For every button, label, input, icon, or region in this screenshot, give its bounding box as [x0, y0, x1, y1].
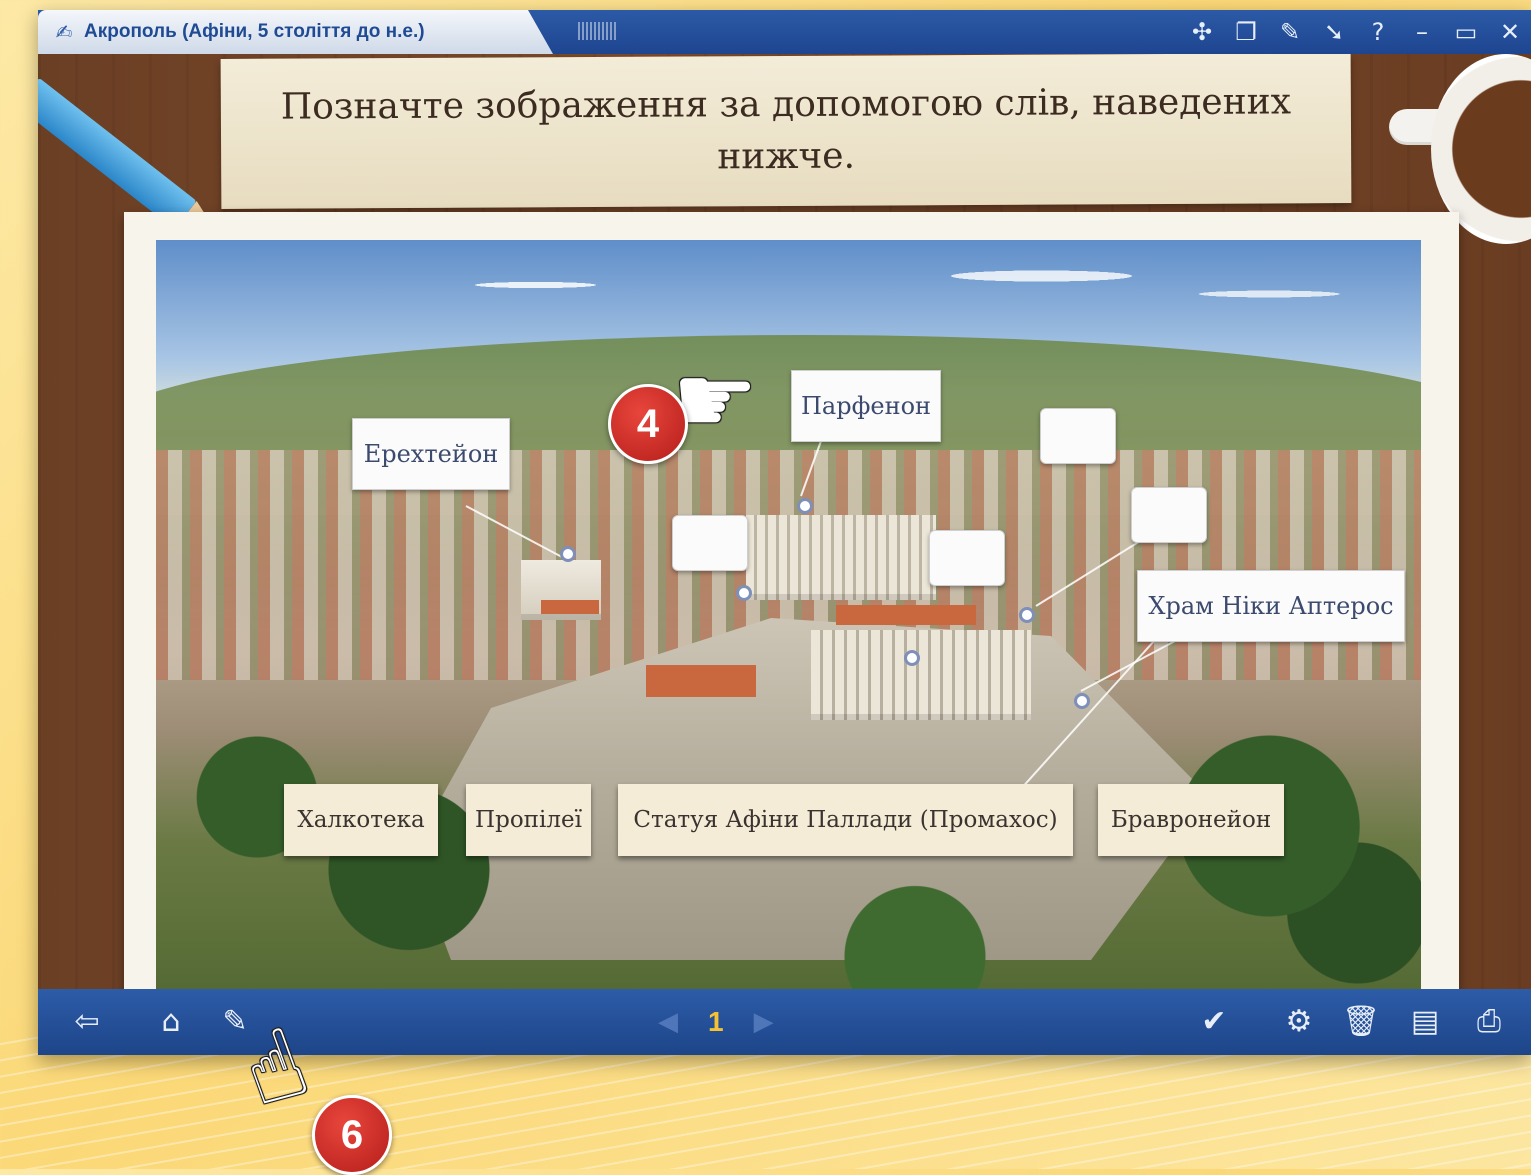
settings-icon[interactable]: ⚙ [1278, 1001, 1320, 1043]
blank-drop-target[interactable] [1131, 487, 1207, 543]
check-icon[interactable]: ✔ [1193, 1001, 1235, 1043]
pointer-icon[interactable]: ➘ [1319, 18, 1349, 46]
label-pin[interactable] [560, 546, 576, 562]
word-tile-chalkotheke[interactable]: Халкотека [284, 784, 438, 856]
blank-drop-target[interactable] [672, 515, 748, 571]
page-number: 1 [708, 1006, 724, 1037]
edit-document-icon: ✍ [55, 20, 73, 44]
roof [541, 600, 599, 614]
trash-icon[interactable]: 🗑 [1340, 1001, 1382, 1043]
label-pin[interactable] [736, 585, 752, 601]
app-window: ✍ Акрополь (Афіни, 5 століття до н.е.) ✣… [38, 10, 1531, 1055]
photo-card: Ерехтейон Парфенон Храм Ніки Аптерос [124, 212, 1459, 989]
acropolis-image: Ерехтейон Парфенон Храм Ніки Аптерос [156, 240, 1421, 989]
title-tab[interactable]: ✍ Акрополь (Афіни, 5 століття до н.е.) [38, 10, 553, 54]
label-nike-temple[interactable]: Храм Ніки Аптерос [1137, 570, 1405, 642]
label-pin[interactable] [797, 498, 813, 514]
wooden-desk: Позначте зображення за допомогою слів, н… [38, 54, 1531, 989]
blank-drop-target[interactable] [1040, 408, 1116, 464]
exit-icon[interactable]: ⇦ [66, 1001, 108, 1043]
instruction-paper: Позначте зображення за допомогою слів, н… [220, 54, 1352, 209]
parthenon-building [746, 515, 936, 600]
prev-page-icon[interactable]: ◀ [658, 1007, 678, 1037]
pager: ◀ 1 ▶ [658, 997, 774, 1047]
label-pin[interactable] [904, 650, 920, 666]
word-tile-brauroneion[interactable]: Бравронейон [1098, 784, 1284, 856]
label-pin[interactable] [1019, 607, 1035, 623]
windows-icon[interactable]: ❐ [1231, 18, 1261, 46]
instruction-text: Позначте зображення за допомогою слів, н… [280, 81, 1292, 178]
word-tile-propylaea[interactable]: Пропілеї [466, 784, 591, 856]
notes-icon[interactable]: ▤ [1404, 1001, 1446, 1043]
title-bar: ✍ Акрополь (Афіни, 5 століття до н.е.) ✣… [38, 10, 1531, 54]
callout-badge-4: 4 [608, 384, 688, 464]
word-tile-athena-promachos[interactable]: Статуя Афіни Паллади (Промахос) [618, 784, 1073, 856]
close-icon[interactable]: ✕ [1495, 18, 1525, 46]
window-title: Акрополь (Афіни, 5 століття до н.е.) [84, 21, 425, 42]
callout-badge-6: 6 [312, 1095, 392, 1175]
blank-drop-target[interactable] [929, 530, 1005, 586]
roof [646, 665, 756, 697]
label-parthenon[interactable]: Парфенон [791, 370, 941, 442]
clouds [156, 240, 1421, 330]
home-icon[interactable]: ⌂ [150, 1001, 192, 1043]
maximize-icon[interactable]: ▭ [1451, 18, 1481, 46]
pen-icon[interactable]: ✎ [1275, 18, 1305, 46]
title-actions: ✣ ❐ ✎ ➘ ? – ▭ ✕ [1187, 10, 1525, 54]
next-page-icon[interactable]: ▶ [754, 1007, 774, 1037]
drag-grip[interactable] [578, 22, 618, 40]
help-icon[interactable]: ? [1363, 18, 1393, 46]
label-erechtheion[interactable]: Ерехтейон [352, 418, 510, 490]
propylaea-building [811, 630, 1031, 720]
network-icon[interactable]: ✣ [1187, 18, 1217, 46]
minimize-icon[interactable]: – [1407, 18, 1437, 46]
label-pin[interactable] [1074, 693, 1090, 709]
roof [836, 605, 976, 625]
save-icon[interactable]: ⎙ [1468, 1001, 1510, 1043]
